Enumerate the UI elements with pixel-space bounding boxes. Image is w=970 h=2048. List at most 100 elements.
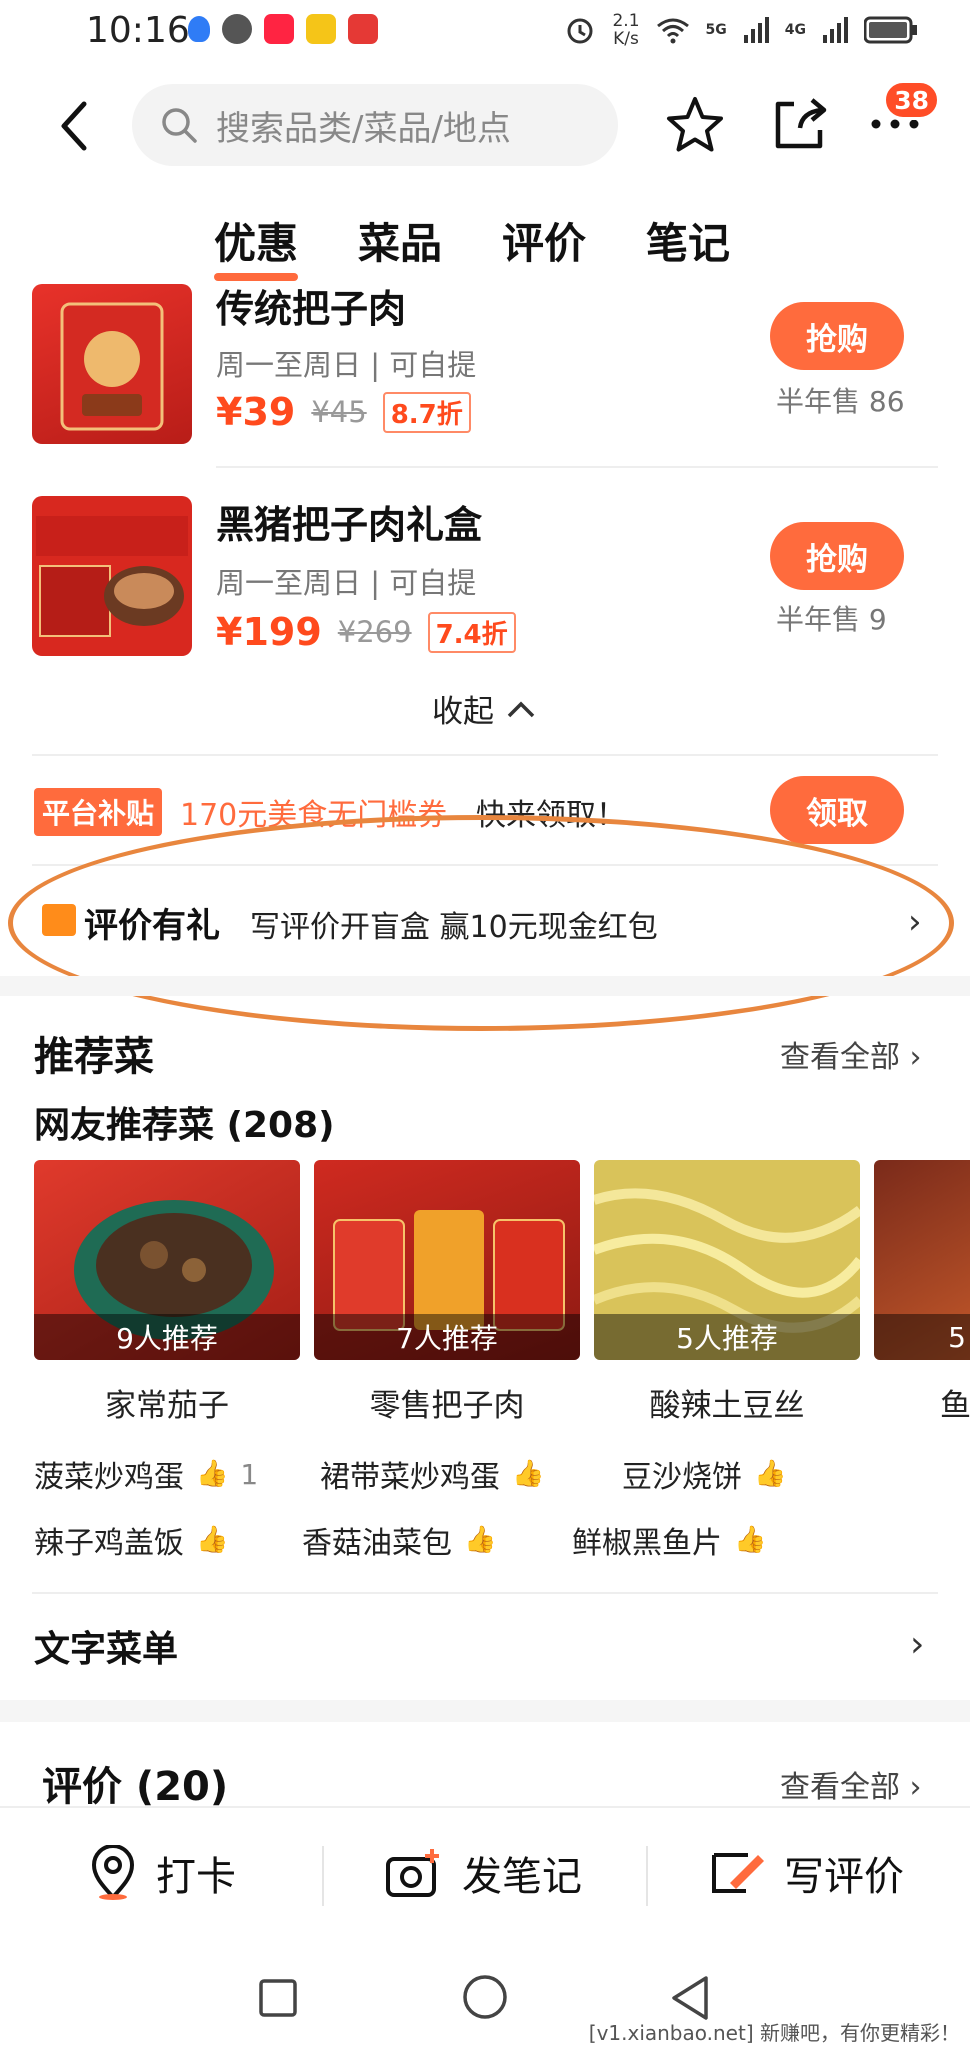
separator (322, 1846, 324, 1906)
dish-name[interactable]: 家常茄子 (34, 1380, 300, 1425)
thumbs-up-icon[interactable]: 👍 (196, 1525, 228, 1555)
dish-name[interactable]: 鱼 (940, 1380, 970, 1425)
signal-icon-2 (823, 17, 848, 43)
deal-image[interactable] (32, 284, 192, 444)
collapse-toggle[interactable]: 收起 (432, 686, 536, 731)
watermark-text: [v1.xianbao.net] 新赚吧，有你更精彩！ (588, 2021, 960, 2045)
deal-availability: 周一至周日 | 可自提 (216, 348, 477, 382)
deal-row[interactable]: 黑猪把子肉礼盒 周一至周日 | 可自提 ¥199 ¥269 7.4折 抢购 半年… (0, 494, 970, 704)
bottom-action-bar: 打卡 发笔记 写评价 (0, 1806, 970, 1942)
deal-discount-badge: 7.4折 (427, 611, 516, 653)
deal-title[interactable]: 黑猪把子肉礼盒 (216, 494, 482, 549)
camera-plus-icon (386, 1849, 439, 1897)
search-bar[interactable]: 搜索品类/菜品/地点 (132, 84, 618, 166)
dish-recommend-count: 5人推荐 (594, 1314, 860, 1360)
dish-recommend-count: 5 (874, 1314, 970, 1360)
status-app-icons (188, 14, 378, 44)
deal-sold-count: 半年售 9 (776, 603, 887, 636)
wechat-icon (222, 14, 252, 44)
platform-subsidy-row: 平台补贴 170元美食无门槛券 快来领取！ 领取 (0, 770, 970, 860)
section-tabs: 优惠 菜品 评价 笔记 (214, 210, 730, 281)
deal-discount-badge: 8.7折 (382, 391, 471, 433)
net-speed: 2.1 K/s (612, 11, 640, 49)
mini-dish[interactable]: 裙带菜炒鸡蛋 👍 (320, 1452, 544, 1496)
mini-dish[interactable]: 辣子鸡盖饭 👍 (34, 1518, 228, 1562)
video-app-icon (348, 14, 378, 44)
deal-row[interactable]: 传统把子肉 周一至周日 | 可自提 ¥39 ¥45 8.7折 抢购 半年售 86 (0, 272, 970, 482)
section-gap (0, 1700, 970, 1722)
search-placeholder: 搜索品类/菜品/地点 (216, 108, 511, 149)
thumbs-up-icon[interactable]: 👍 (512, 1459, 544, 1489)
see-all-reviews-link[interactable]: 查看全部 › (780, 1762, 922, 1806)
dish-name[interactable]: 酸辣土豆丝 (594, 1380, 860, 1425)
search-icon (162, 108, 197, 143)
like-count: 1 (240, 1457, 259, 1491)
share-icon[interactable] (770, 94, 830, 154)
post-note-button[interactable]: 发笔记 (384, 1844, 582, 1902)
favorite-star-icon[interactable] (664, 94, 726, 156)
mini-dish[interactable]: 鲜椒黑鱼片 👍 (572, 1518, 766, 1562)
buy-button[interactable]: 抢购 (770, 522, 904, 590)
back-triangle-icon[interactable] (668, 1974, 712, 2022)
deal-original-price: ¥269 (337, 615, 412, 649)
checkin-button[interactable]: 打卡 (88, 1844, 236, 1902)
divider (216, 466, 938, 468)
divider (32, 1592, 938, 1594)
signal-4g-label: 4G (784, 22, 806, 38)
recent-apps-square-icon[interactable] (258, 1978, 298, 2018)
buy-button[interactable]: 抢购 (770, 302, 904, 370)
back-arrow-icon[interactable] (48, 98, 104, 154)
deal-image[interactable] (32, 496, 192, 656)
tab-reviews[interactable]: 评价 (502, 210, 586, 271)
dish-card[interactable]: 7人推荐 (314, 1160, 580, 1360)
mini-dish[interactable]: 菠菜炒鸡蛋 👍 1 (34, 1452, 258, 1496)
review-reward-row[interactable]: 评价有礼 写评价开盲盒 赢10元现金红包 › (0, 880, 970, 960)
see-all-dishes-link[interactable]: 查看全部 › (780, 1032, 922, 1076)
divider (32, 754, 938, 756)
product-bag-illustration (60, 302, 164, 431)
notification-badge: 38 (883, 80, 940, 120)
separator (646, 1846, 648, 1906)
write-review-button[interactable]: 写评价 (708, 1844, 904, 1902)
review-reward-title: 评价有礼 (84, 906, 220, 946)
dish-card[interactable]: 5 (874, 1160, 970, 1360)
subsidy-coupon-text: 170元美食无门槛券 (180, 798, 448, 833)
home-circle-icon[interactable] (462, 1974, 508, 2020)
thumbs-up-icon[interactable]: 👍 (196, 1459, 228, 1489)
deal-availability: 周一至周日 | 可自提 (216, 566, 477, 600)
review-reward-text: 写评价开盲盒 赢10元现金红包 (250, 910, 658, 945)
deal-original-price: ¥45 (311, 395, 367, 429)
dish-card[interactable]: 9人推荐 (34, 1160, 300, 1360)
wifi-icon (656, 18, 689, 44)
shield-app-icon (188, 16, 210, 42)
reviews-title: 评价 (20) (42, 1764, 229, 1810)
collapse-label: 收起 (432, 694, 494, 730)
deal-title[interactable]: 传统把子肉 (216, 278, 406, 333)
chevron-right-icon: › (910, 1624, 925, 1665)
thumbs-up-icon[interactable]: 👍 (464, 1525, 496, 1555)
deal-price: ¥39 (216, 390, 296, 434)
deal-price-row: ¥39 ¥45 8.7折 (216, 390, 471, 434)
claim-button[interactable]: 领取 (770, 776, 904, 844)
text-menu-link[interactable]: 文字菜单 (34, 1620, 178, 1672)
dish-card[interactable]: 5人推荐 (594, 1160, 860, 1360)
signal-icon (743, 17, 769, 43)
subsidy-tag: 平台补贴 (34, 788, 163, 836)
section-gap (0, 976, 970, 996)
edit-review-icon (712, 1853, 764, 1893)
thumbs-up-icon[interactable]: 👍 (754, 1459, 786, 1489)
mini-dish[interactable]: 豆沙烧饼 👍 (622, 1452, 786, 1496)
system-nav-bar: [v1.xianbao.net] 新赚吧，有你更精彩！ (0, 1942, 970, 2048)
top-nav: 搜索品类/菜品/地点 38 (0, 80, 970, 170)
thumbs-up-icon[interactable]: 👍 (734, 1525, 766, 1555)
alarm-icon (567, 18, 593, 44)
mini-dish[interactable]: 香菇油菜包 👍 (302, 1518, 496, 1562)
tab-deals[interactable]: 优惠 (214, 210, 299, 281)
deal-sold-count: 半年售 86 (776, 385, 905, 418)
dish-name[interactable]: 零售把子肉 (314, 1380, 580, 1425)
recommended-subtitle: 网友推荐菜 (208) (34, 1105, 335, 1146)
tab-dishes[interactable]: 菜品 (358, 210, 442, 271)
status-time: 10:16 (86, 10, 190, 51)
tab-notes[interactable]: 笔记 (646, 210, 730, 271)
subsidy-cta-text: 快来领取！ (476, 798, 626, 833)
